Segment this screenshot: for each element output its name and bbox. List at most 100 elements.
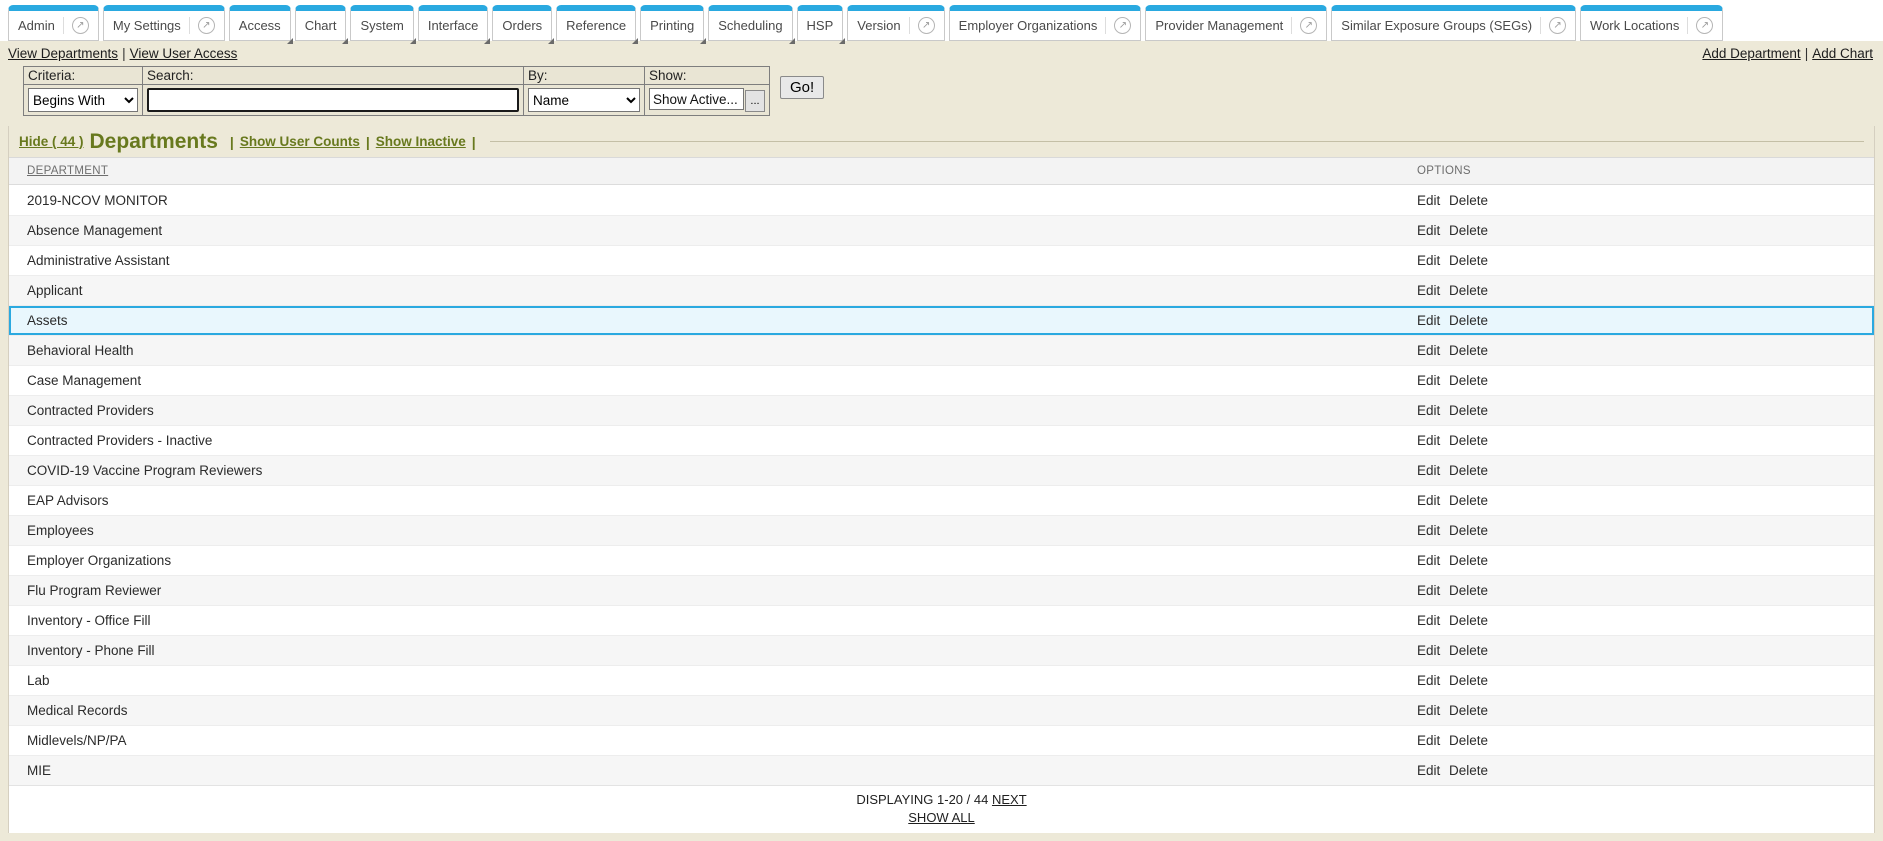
table-row[interactable]: Behavioral Health Edit Delete bbox=[9, 335, 1874, 365]
hide-count-link[interactable]: Hide ( 44 ) bbox=[19, 134, 84, 149]
table-row[interactable]: Case Management Edit Delete bbox=[9, 365, 1874, 395]
table-row[interactable]: COVID-19 Vaccine Program Reviewers Edit … bbox=[9, 455, 1874, 485]
external-link-icon[interactable]: ↗ bbox=[1540, 17, 1566, 34]
edit-link[interactable]: Edit bbox=[1417, 433, 1440, 448]
table-row[interactable]: Contracted Providers Edit Delete bbox=[9, 395, 1874, 425]
delete-link[interactable]: Delete bbox=[1449, 673, 1488, 688]
edit-link[interactable]: Edit bbox=[1417, 313, 1440, 328]
view-user-access-link[interactable]: View User Access bbox=[130, 46, 238, 61]
table-row[interactable]: Assets Edit Delete bbox=[9, 305, 1874, 335]
nav-tab[interactable]: Provider Management ↗ bbox=[1145, 5, 1327, 41]
table-row[interactable]: Medical Records Edit Delete bbox=[9, 695, 1874, 725]
table-row[interactable]: Absence Management Edit Delete bbox=[9, 215, 1874, 245]
edit-link[interactable]: Edit bbox=[1417, 223, 1440, 238]
nav-tab[interactable]: System bbox=[350, 5, 413, 41]
delete-link[interactable]: Delete bbox=[1449, 433, 1488, 448]
show-filter-more-button[interactable]: ... bbox=[745, 90, 765, 112]
delete-link[interactable]: Delete bbox=[1449, 463, 1488, 478]
show-all-link[interactable]: SHOW ALL bbox=[908, 810, 974, 825]
delete-link[interactable]: Delete bbox=[1449, 553, 1488, 568]
delete-link[interactable]: Delete bbox=[1449, 253, 1488, 268]
search-input[interactable] bbox=[147, 88, 519, 112]
department-name: Medical Records bbox=[9, 703, 1414, 718]
edit-link[interactable]: Edit bbox=[1417, 613, 1440, 628]
go-button[interactable]: Go! bbox=[780, 76, 824, 99]
next-page-link[interactable]: NEXT bbox=[992, 792, 1027, 807]
external-link-icon[interactable]: ↗ bbox=[1105, 17, 1131, 34]
edit-link[interactable]: Edit bbox=[1417, 703, 1440, 718]
edit-link[interactable]: Edit bbox=[1417, 523, 1440, 538]
delete-link[interactable]: Delete bbox=[1449, 403, 1488, 418]
edit-link[interactable]: Edit bbox=[1417, 253, 1440, 268]
delete-link[interactable]: Delete bbox=[1449, 583, 1488, 598]
edit-link[interactable]: Edit bbox=[1417, 643, 1440, 658]
add-chart-link[interactable]: Add Chart bbox=[1812, 46, 1873, 61]
by-select[interactable]: Name bbox=[528, 88, 640, 112]
edit-link[interactable]: Edit bbox=[1417, 583, 1440, 598]
external-link-icon[interactable]: ↗ bbox=[1291, 17, 1317, 34]
delete-link[interactable]: Delete bbox=[1449, 733, 1488, 748]
view-departments-link[interactable]: View Departments bbox=[8, 46, 118, 61]
delete-link[interactable]: Delete bbox=[1449, 313, 1488, 328]
table-row[interactable]: Midlevels/NP/PA Edit Delete bbox=[9, 725, 1874, 755]
show-filter-input[interactable] bbox=[649, 88, 744, 110]
table-row[interactable]: 2019-NCOV MONITOR Edit Delete bbox=[9, 185, 1874, 215]
nav-tab[interactable]: Access bbox=[229, 5, 291, 41]
nav-tab[interactable]: Interface bbox=[418, 5, 489, 41]
edit-link[interactable]: Edit bbox=[1417, 733, 1440, 748]
external-link-icon[interactable]: ↗ bbox=[909, 17, 935, 34]
nav-tab[interactable]: Orders bbox=[492, 5, 552, 41]
delete-link[interactable]: Delete bbox=[1449, 343, 1488, 358]
nav-tab[interactable]: Admin ↗ bbox=[8, 5, 99, 41]
edit-link[interactable]: Edit bbox=[1417, 553, 1440, 568]
table-row[interactable]: Employer Organizations Edit Delete bbox=[9, 545, 1874, 575]
add-department-link[interactable]: Add Department bbox=[1702, 46, 1800, 61]
criteria-select[interactable]: Begins With bbox=[28, 88, 138, 112]
delete-link[interactable]: Delete bbox=[1449, 493, 1488, 508]
nav-tab[interactable]: Chart bbox=[295, 5, 347, 41]
table-row[interactable]: Lab Edit Delete bbox=[9, 665, 1874, 695]
nav-tab[interactable]: Employer Organizations ↗ bbox=[949, 5, 1142, 41]
edit-link[interactable]: Edit bbox=[1417, 343, 1440, 358]
nav-tab[interactable]: Reference bbox=[556, 5, 636, 41]
delete-link[interactable]: Delete bbox=[1449, 373, 1488, 388]
table-row[interactable]: Inventory - Office Fill Edit Delete bbox=[9, 605, 1874, 635]
delete-link[interactable]: Delete bbox=[1449, 523, 1488, 538]
nav-tab[interactable]: Similar Exposure Groups (SEGs) ↗ bbox=[1331, 5, 1576, 41]
nav-tab[interactable]: Version ↗ bbox=[847, 5, 944, 41]
edit-link[interactable]: Edit bbox=[1417, 673, 1440, 688]
delete-link[interactable]: Delete bbox=[1449, 643, 1488, 658]
show-user-counts-link[interactable]: Show User Counts bbox=[240, 134, 360, 149]
show-inactive-link[interactable]: Show Inactive bbox=[376, 134, 466, 149]
external-link-icon[interactable]: ↗ bbox=[63, 17, 89, 34]
nav-tab[interactable]: My Settings ↗ bbox=[103, 5, 225, 41]
delete-link[interactable]: Delete bbox=[1449, 283, 1488, 298]
delete-link[interactable]: Delete bbox=[1449, 703, 1488, 718]
nav-tab[interactable]: Scheduling bbox=[708, 5, 792, 41]
external-link-icon[interactable]: ↗ bbox=[189, 17, 215, 34]
edit-link[interactable]: Edit bbox=[1417, 763, 1440, 778]
edit-link[interactable]: Edit bbox=[1417, 463, 1440, 478]
edit-link[interactable]: Edit bbox=[1417, 193, 1440, 208]
external-link-icon[interactable]: ↗ bbox=[1687, 17, 1713, 34]
department-column-header[interactable]: DEPARTMENT bbox=[9, 165, 1414, 177]
table-row[interactable]: Administrative Assistant Edit Delete bbox=[9, 245, 1874, 275]
table-row[interactable]: Employees Edit Delete bbox=[9, 515, 1874, 545]
delete-link[interactable]: Delete bbox=[1449, 763, 1488, 778]
nav-tab[interactable]: Printing bbox=[640, 5, 704, 41]
table-row[interactable]: Applicant Edit Delete bbox=[9, 275, 1874, 305]
table-row[interactable]: EAP Advisors Edit Delete bbox=[9, 485, 1874, 515]
delete-link[interactable]: Delete bbox=[1449, 223, 1488, 238]
nav-tab[interactable]: Work Locations ↗ bbox=[1580, 5, 1723, 41]
table-row[interactable]: MIE Edit Delete bbox=[9, 755, 1874, 785]
table-row[interactable]: Flu Program Reviewer Edit Delete bbox=[9, 575, 1874, 605]
delete-link[interactable]: Delete bbox=[1449, 613, 1488, 628]
edit-link[interactable]: Edit bbox=[1417, 373, 1440, 388]
edit-link[interactable]: Edit bbox=[1417, 283, 1440, 298]
table-row[interactable]: Contracted Providers - Inactive Edit Del… bbox=[9, 425, 1874, 455]
delete-link[interactable]: Delete bbox=[1449, 193, 1488, 208]
table-row[interactable]: Inventory - Phone Fill Edit Delete bbox=[9, 635, 1874, 665]
edit-link[interactable]: Edit bbox=[1417, 493, 1440, 508]
nav-tab[interactable]: HSP bbox=[797, 5, 844, 41]
edit-link[interactable]: Edit bbox=[1417, 403, 1440, 418]
